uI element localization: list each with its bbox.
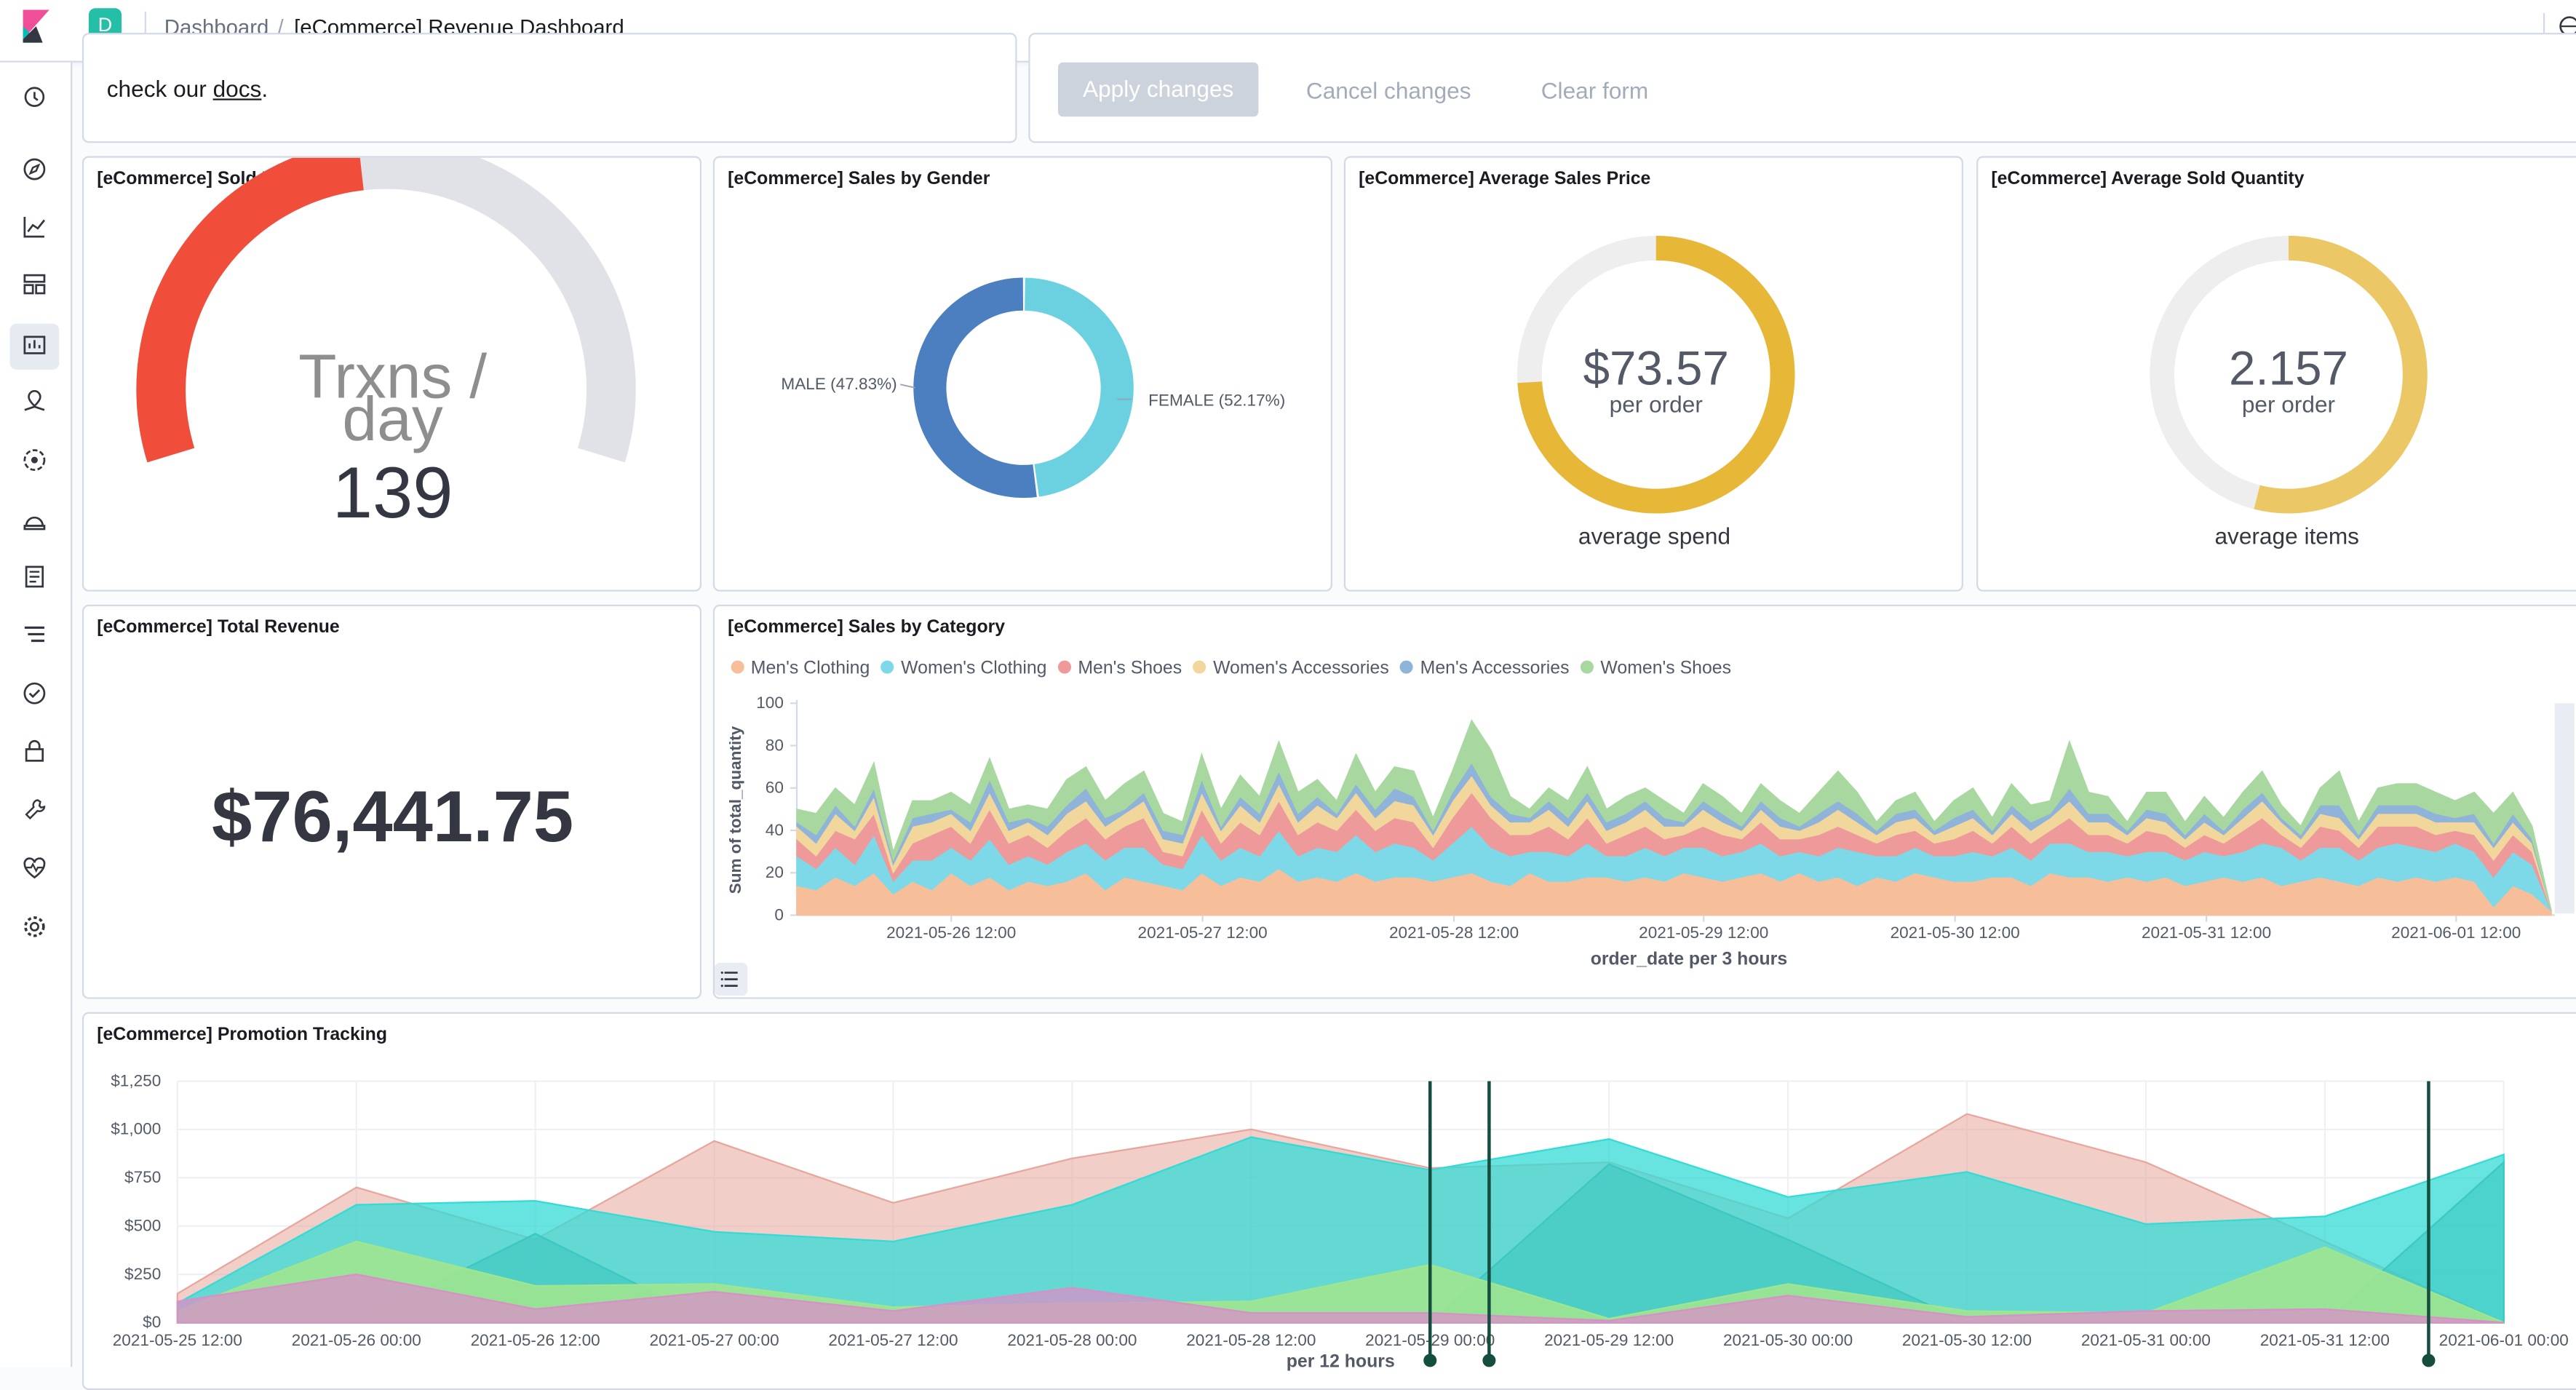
controls-text-panel: check our docs. xyxy=(82,33,1017,143)
infrastructure-icon[interactable] xyxy=(21,506,47,532)
y-tick-label: $0 xyxy=(143,1313,161,1331)
management-icon[interactable] xyxy=(21,913,47,940)
avg-price-panel: [eCommerce] Average Sales Price $73.57 p… xyxy=(1343,156,1963,592)
male-label: MALE (47.83%) xyxy=(781,375,897,393)
avg-price-caption: average spend xyxy=(1578,522,1731,549)
promotion-panel: [eCommerce] Promotion Tracking $0 $250 $50… xyxy=(82,1012,2576,1390)
compass-icon[interactable] xyxy=(21,156,47,182)
y-tick-label: 60 xyxy=(766,779,784,797)
x-tick-label: 2021-05-27 00:00 xyxy=(650,1331,779,1349)
x-tick-label: 2021-05-29 12:00 xyxy=(1639,924,1768,942)
avg-qty-value: 2.157 xyxy=(2229,341,2348,394)
donut-slice-female[interactable] xyxy=(1025,277,1134,497)
x-tick-label: 2021-05-30 00:00 xyxy=(1723,1331,1853,1349)
sales-category-panel: [eCommerce] Sales by Category Men's Clot… xyxy=(712,604,2576,999)
y-tick-label: $1,250 xyxy=(111,1071,161,1089)
y-tick-label: 20 xyxy=(766,863,784,881)
x-tick-label: 2021-05-25 12:00 xyxy=(113,1331,242,1349)
x-tick-label: 2021-05-26 12:00 xyxy=(886,924,1016,942)
canvas-icon[interactable] xyxy=(21,330,47,357)
controls-text: check our docs. xyxy=(107,76,268,102)
gauge-chart: Trxns / day 139 xyxy=(136,157,636,533)
avg-price-sub: per order xyxy=(1610,392,1703,418)
annotation-marker[interactable] xyxy=(2422,1354,2436,1367)
avg-price-value: $73.57 xyxy=(1583,341,1729,394)
gender-donut-chart: MALE (47.83%) FEMALE (52.17%) xyxy=(781,277,1285,499)
x-axis-title: order_date per 3 hours xyxy=(1591,949,1787,969)
ml-icon[interactable] xyxy=(21,447,47,473)
dev-tools-icon[interactable] xyxy=(21,797,47,823)
avg-quantity-panel: [eCommerce] Average Sold Quantity 2.157 … xyxy=(1976,156,2576,592)
x-tick-label: 2021-05-31 00:00 xyxy=(2081,1331,2211,1349)
uptime-icon[interactable] xyxy=(21,680,47,707)
x-tick-label: 2021-05-31 12:00 xyxy=(2142,924,2271,942)
annotation-marker[interactable] xyxy=(1423,1354,1437,1367)
x-tick-label: 2021-05-27 12:00 xyxy=(828,1331,958,1349)
y-tick-label: 0 xyxy=(774,905,784,924)
docs-prefix: check our xyxy=(106,75,213,102)
docs-suffix: . xyxy=(261,75,269,102)
security-icon[interactable] xyxy=(21,738,47,764)
stack-monitoring-icon[interactable] xyxy=(21,854,47,881)
scroll-track[interactable] xyxy=(2554,703,2575,914)
y-axis-title: Sum of total_quantity xyxy=(726,726,744,894)
annotation-marker[interactable] xyxy=(1482,1354,1496,1367)
promotion-area-chart: $0 $250 $500 $750 $1,000 $1,250 2021-05-25 12:… xyxy=(111,1071,2569,1371)
category-area-chart: 0 20 40 60 80 100 2021-05-26 12:00 2021-05-27 1… xyxy=(726,694,2575,969)
y-tick-label: $750 xyxy=(124,1168,161,1186)
gauge-label-line2: day xyxy=(342,384,442,454)
female-label: FEMALE (52.17%) xyxy=(1148,392,1285,410)
total-revenue-value: $76,441.75 xyxy=(211,777,574,858)
kibana-app: D Dashboard / [eCommerce] Revenue Dashbo… xyxy=(0,0,2576,1390)
male-leader-line xyxy=(900,384,915,389)
clock-icon[interactable] xyxy=(21,84,47,110)
side-navigation xyxy=(0,62,73,1367)
x-tick-label: 2021-05-28 12:00 xyxy=(1389,924,1519,942)
dashboard-icon[interactable] xyxy=(21,271,47,298)
y-tick-label: $1,000 xyxy=(111,1120,161,1138)
apply-changes-button[interactable]: Apply changes xyxy=(1057,62,1259,117)
avg-qty-sub: per order xyxy=(2242,392,2335,418)
x-tick-label: 2021-05-30 12:00 xyxy=(1891,924,2020,942)
avg-qty-caption: average items xyxy=(2214,522,2359,549)
legend-toggle-button[interactable] xyxy=(715,963,748,996)
y-tick-label: 40 xyxy=(766,821,784,839)
logs-icon[interactable] xyxy=(21,563,47,589)
gauge-fill xyxy=(136,157,365,463)
maps-icon[interactable] xyxy=(21,388,47,414)
x-tick-label: 2021-06-01 12:00 xyxy=(2391,924,2521,942)
controls-panel: Apply changes Cancel changes Clear form xyxy=(1028,33,2576,143)
x-tick-label: 2021-06-01 00:00 xyxy=(2439,1331,2569,1349)
x-tick-label: 2021-05-28 00:00 xyxy=(1007,1331,1137,1349)
y-tick-label: 100 xyxy=(756,694,784,712)
x-axis-title: per 12 hours xyxy=(1287,1351,1395,1371)
sales-gender-panel: [eCommerce] Sales by Gender MALE (47.83%… xyxy=(712,156,1332,592)
kibana-logo-icon[interactable] xyxy=(20,9,52,43)
x-tick-label: 2021-05-27 12:00 xyxy=(1138,924,1268,942)
sold-products-panel: [eCommerce] Sold Products per Day Trxns … xyxy=(82,156,702,592)
x-tick-label: 2021-05-28 12:00 xyxy=(1186,1331,1316,1349)
total-revenue-panel: [eCommerce] Total Revenue $76,441.75 xyxy=(82,604,702,999)
x-tick-label: 2021-05-30 12:00 xyxy=(1902,1331,2032,1349)
panel-title: [eCommerce] Total Revenue xyxy=(97,617,340,638)
y-tick-label: $250 xyxy=(124,1265,161,1283)
y-tick-label: 80 xyxy=(766,736,784,754)
gauge-value: 139 xyxy=(333,453,453,533)
visualize-icon[interactable] xyxy=(21,214,47,240)
donut-slice-male[interactable] xyxy=(913,277,1037,499)
x-tick-label: 2021-05-26 00:00 xyxy=(292,1331,421,1349)
docs-link[interactable]: docs xyxy=(213,76,262,102)
list-icon xyxy=(720,971,738,988)
x-tick-label: 2021-05-26 12:00 xyxy=(471,1331,600,1349)
x-tick-label: 2021-05-31 12:00 xyxy=(2260,1331,2390,1349)
cancel-changes-button[interactable]: Cancel changes xyxy=(1306,77,1471,103)
x-tick-label: 2021-05-29 12:00 xyxy=(1544,1331,1674,1349)
apm-icon[interactable] xyxy=(21,621,47,647)
y-tick-label: $500 xyxy=(124,1216,161,1234)
clear-form-button[interactable]: Clear form xyxy=(1541,77,1649,103)
